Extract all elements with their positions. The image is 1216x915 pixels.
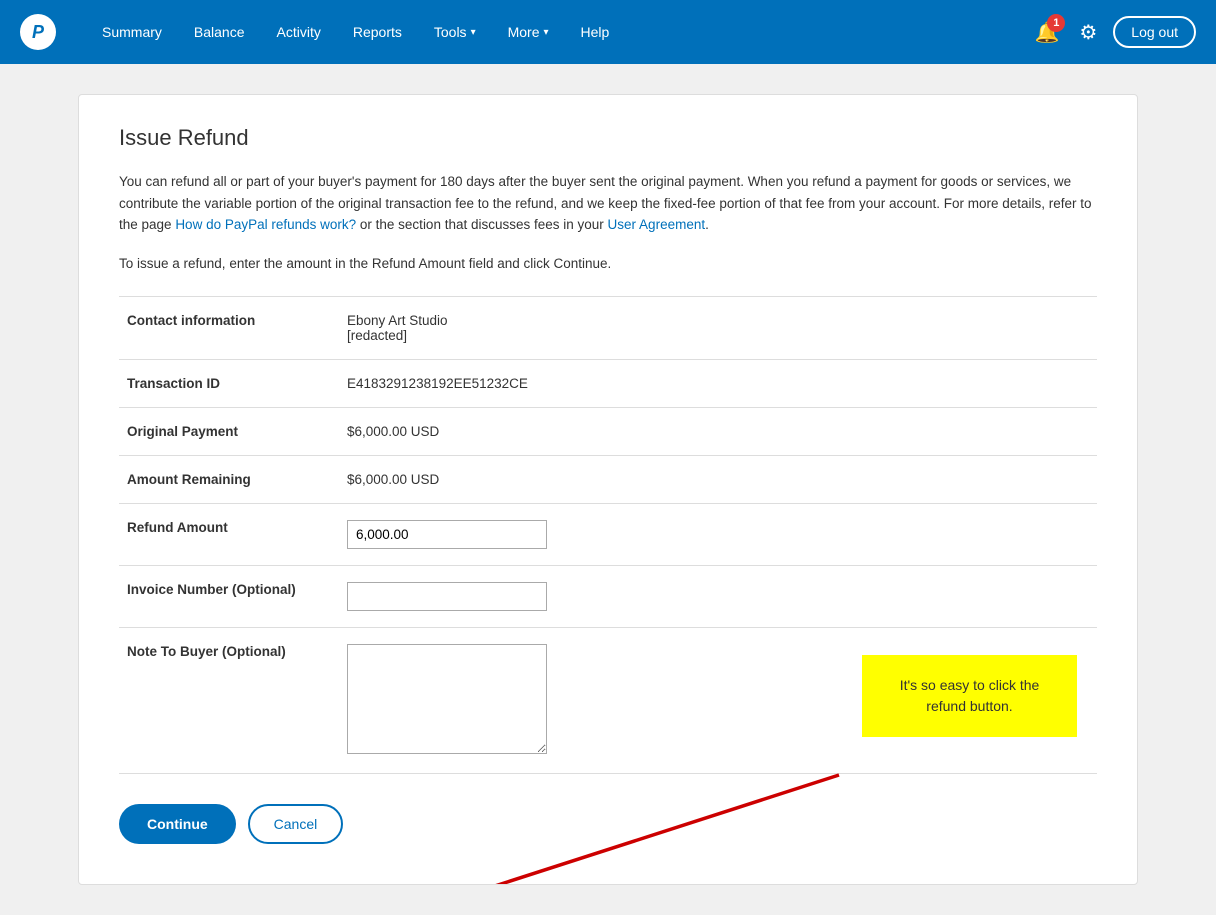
button-row: Continue Cancel	[119, 804, 1097, 844]
amount-remaining-value: $6,000.00 USD	[339, 455, 1097, 503]
original-payment-label: Original Payment	[119, 407, 339, 455]
nav-summary[interactable]: Summary	[86, 0, 178, 64]
transaction-row: Transaction ID E4183291238192EE51232CE	[119, 359, 1097, 407]
note-textarea[interactable]	[347, 644, 547, 754]
description-paragraph: You can refund all or part of your buyer…	[119, 171, 1097, 236]
transaction-label: Transaction ID	[119, 359, 339, 407]
original-payment-value: $6,000.00 USD	[339, 407, 1097, 455]
nav-reports[interactable]: Reports	[337, 0, 418, 64]
page-wrapper: It's so easy to click the refund button.…	[58, 94, 1158, 885]
chevron-down-icon: ▾	[471, 27, 476, 38]
nav-tools[interactable]: Tools ▾	[418, 0, 492, 64]
nav-right: 🔔 1 ⚙ Log out	[1030, 16, 1196, 49]
navbar: P Summary Balance Activity Reports Tools…	[0, 0, 1216, 64]
notification-badge: 1	[1047, 14, 1065, 32]
refund-amount-row: Refund Amount	[119, 503, 1097, 565]
continue-button[interactable]: Continue	[119, 804, 236, 844]
page-title: Issue Refund	[119, 125, 1097, 151]
invoice-label: Invoice Number (Optional)	[119, 565, 339, 627]
nav-balance[interactable]: Balance	[178, 0, 261, 64]
contact-label: Contact information	[119, 296, 339, 359]
main-card: It's so easy to click the refund button.…	[78, 94, 1138, 885]
user-agreement-link[interactable]: User Agreement	[608, 217, 706, 232]
note-label: Note To Buyer (Optional)	[119, 627, 339, 773]
logout-button[interactable]: Log out	[1113, 16, 1196, 48]
invoice-cell	[339, 565, 1097, 627]
refund-amount-input[interactable]	[347, 520, 547, 549]
refund-help-link[interactable]: How do PayPal refunds work?	[175, 217, 356, 232]
refund-amount-label: Refund Amount	[119, 503, 339, 565]
refund-amount-cell	[339, 503, 1097, 565]
refund-form-table: Contact information Ebony Art Studio [re…	[119, 296, 1097, 774]
invoice-row: Invoice Number (Optional)	[119, 565, 1097, 627]
nav-more[interactable]: More ▾	[492, 0, 565, 64]
cancel-button[interactable]: Cancel	[248, 804, 344, 844]
instructions-text: To issue a refund, enter the amount in t…	[119, 256, 1097, 271]
nav-help[interactable]: Help	[565, 0, 626, 64]
transaction-value: E4183291238192EE51232CE	[339, 359, 1097, 407]
original-payment-row: Original Payment $6,000.00 USD	[119, 407, 1097, 455]
paypal-logo: P	[20, 14, 56, 50]
chevron-down-icon: ▾	[544, 27, 549, 38]
contact-value: Ebony Art Studio [redacted]	[339, 296, 1097, 359]
amount-remaining-row: Amount Remaining $6,000.00 USD	[119, 455, 1097, 503]
nav-activity[interactable]: Activity	[261, 0, 337, 64]
contact-row: Contact information Ebony Art Studio [re…	[119, 296, 1097, 359]
nav-links: Summary Balance Activity Reports Tools ▾…	[86, 0, 1030, 64]
notifications-bell[interactable]: 🔔 1	[1030, 16, 1063, 49]
invoice-input[interactable]	[347, 582, 547, 611]
note-cell	[339, 627, 1097, 773]
amount-remaining-label: Amount Remaining	[119, 455, 339, 503]
settings-icon[interactable]: ⚙	[1075, 16, 1101, 49]
note-row: Note To Buyer (Optional)	[119, 627, 1097, 773]
